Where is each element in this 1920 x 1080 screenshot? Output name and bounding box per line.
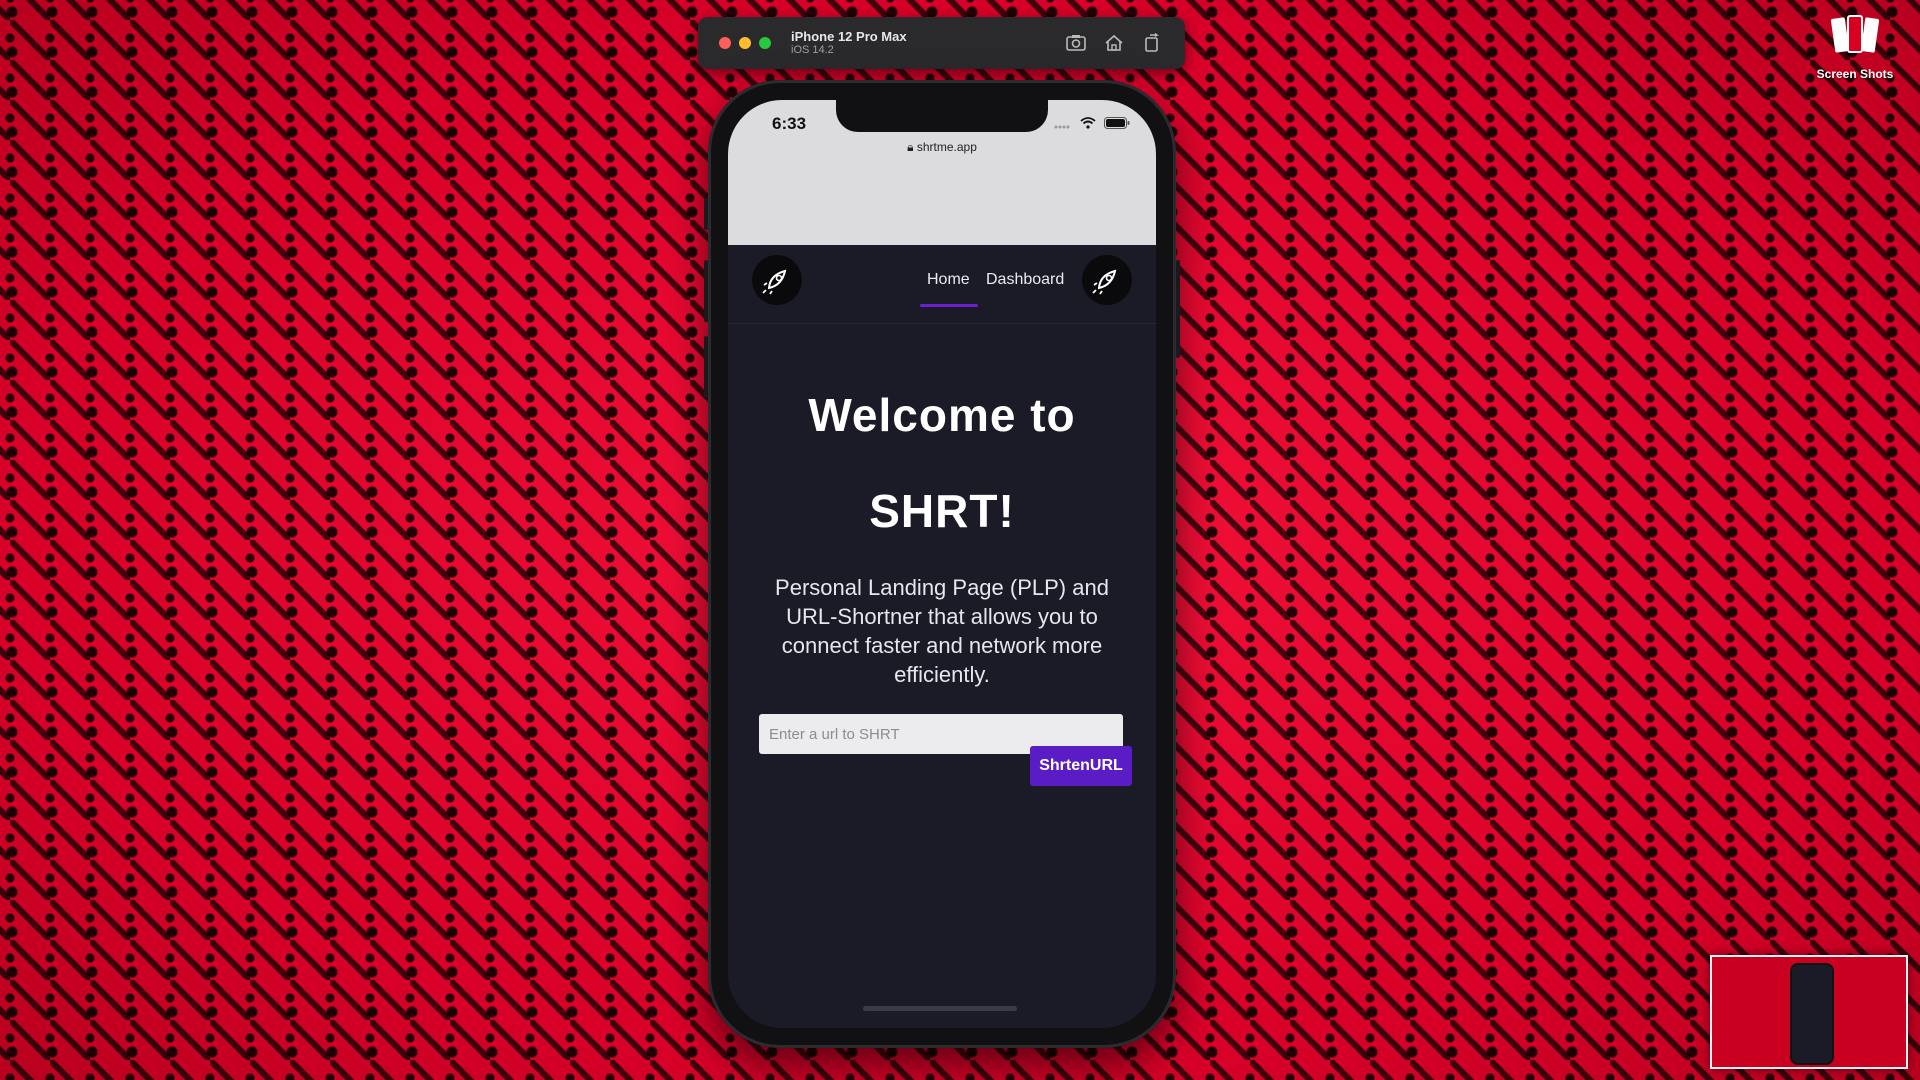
- notch: [836, 100, 1048, 132]
- wifi-icon: [1080, 116, 1096, 134]
- silent-switch: [704, 198, 708, 230]
- address-bar[interactable]: 🔒︎ shrtme.app: [728, 140, 1156, 155]
- home-icon[interactable]: [1103, 32, 1125, 54]
- simulator-titles: iPhone 12 Pro Max iOS 14.2: [791, 29, 907, 57]
- device-name: iPhone 12 Pro Max: [791, 29, 907, 44]
- hero-title-line2: SHRT!: [869, 485, 1015, 537]
- rocket-logo-left[interactable]: [752, 255, 802, 305]
- screenshot-thumbnail-preview[interactable]: [1710, 955, 1908, 1069]
- screenshots-folder[interactable]: Screen Shots: [1812, 12, 1898, 81]
- thumbnail-phone-image: [1790, 963, 1834, 1065]
- nav-dashboard-link[interactable]: Dashboard: [986, 271, 1064, 289]
- battery-icon: [1104, 116, 1130, 134]
- hero-section: Welcome to SHRT! Personal Landing Page (…: [728, 323, 1156, 786]
- os-version: iOS 14.2: [791, 44, 834, 56]
- hero-description: Personal Landing Page (PLP) and URL-Shor…: [775, 575, 1109, 687]
- close-window-button[interactable]: [719, 37, 731, 49]
- window-controls: [719, 37, 771, 49]
- status-icons: [1054, 116, 1130, 134]
- site-navbar: Home Dashboard: [728, 245, 1156, 324]
- power-button: [1176, 260, 1180, 358]
- rotate-icon[interactable]: [1141, 32, 1163, 54]
- hero-title: Welcome to SHRT!: [728, 367, 1156, 559]
- volume-down-button: [704, 336, 708, 398]
- zoom-window-button[interactable]: [759, 37, 771, 49]
- address-text: shrtme.app: [916, 140, 977, 154]
- simulator-toolbar: [1065, 32, 1163, 54]
- simulator-title-bar: iPhone 12 Pro Max iOS 14.2: [698, 17, 1185, 69]
- screenshots-label: Screen Shots: [1816, 67, 1894, 81]
- minimize-window-button[interactable]: [739, 37, 751, 49]
- screenshot-icon[interactable]: [1065, 32, 1087, 54]
- volume-up-button: [704, 260, 708, 322]
- home-indicator[interactable]: [863, 1006, 1017, 1011]
- signal-icon: [1054, 116, 1072, 134]
- status-time: 6:33: [772, 114, 807, 133]
- hero-title-line1: Welcome to: [808, 389, 1076, 441]
- iphone-frame: 6:33 🔒︎ shrtme.app Home Dashboard Welcom…: [704, 80, 1180, 1048]
- nav-home-link[interactable]: Home: [927, 271, 970, 289]
- active-tab-indicator: [920, 304, 978, 307]
- shorten-url-button[interactable]: ShrtenURL: [1030, 746, 1132, 786]
- lock-icon: 🔒︎: [907, 140, 914, 154]
- rocket-icon: [762, 269, 787, 295]
- screenshots-app-icon: [1830, 15, 1880, 53]
- rocket-logo-right[interactable]: [1082, 255, 1132, 305]
- phone-screen: 6:33 🔒︎ shrtme.app Home Dashboard Welcom…: [728, 100, 1156, 1028]
- rocket-icon: [1092, 269, 1117, 295]
- status-bar: 6:33 🔒︎ shrtme.app: [728, 100, 1156, 245]
